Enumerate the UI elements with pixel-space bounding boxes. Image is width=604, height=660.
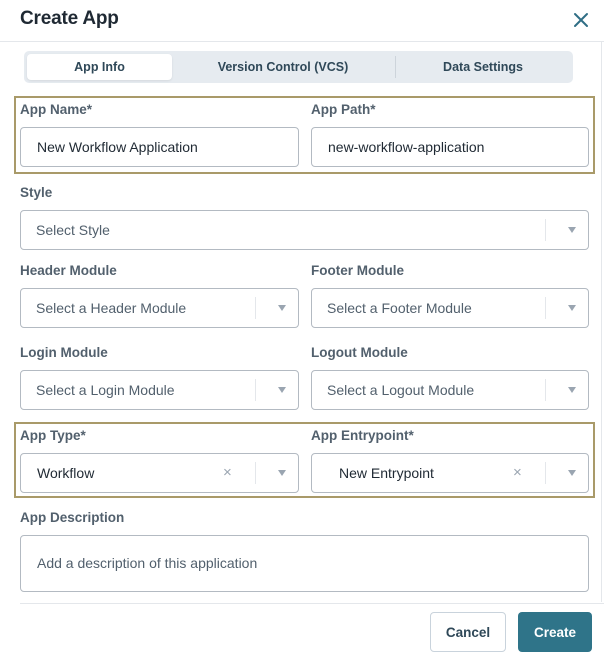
dialog-header: Create App (0, 0, 604, 42)
footer-module-placeholder: Select a Footer Module (327, 300, 472, 316)
create-button[interactable]: Create (518, 612, 592, 652)
header-module-label: Header Module (20, 263, 117, 278)
app-path-value: new-workflow-application (328, 139, 485, 155)
logout-module-placeholder: Select a Logout Module (327, 382, 475, 398)
clear-icon[interactable]: × (223, 464, 232, 482)
select-separator (255, 379, 256, 401)
logout-module-label: Logout Module (311, 345, 408, 360)
close-icon (574, 13, 588, 27)
login-module-label: Login Module (20, 345, 108, 360)
app-type-value: Workflow (37, 465, 95, 481)
style-label: Style (20, 185, 53, 200)
tab-app-info[interactable]: App Info (27, 54, 172, 80)
select-separator (255, 462, 256, 484)
style-placeholder: Select Style (36, 222, 110, 238)
header-module-select[interactable]: Select a Header Module (20, 288, 299, 328)
chevron-down-icon[interactable] (278, 305, 286, 311)
header-module-placeholder: Select a Header Module (36, 300, 187, 316)
scrollbar-track[interactable] (601, 42, 602, 602)
tab-bar: App Info Version Control (VCS) Data Sett… (24, 51, 573, 83)
app-description-placeholder: Add a description of this application (37, 555, 258, 571)
select-separator (545, 297, 546, 319)
chevron-down-icon[interactable] (278, 470, 286, 476)
login-module-select[interactable]: Select a Login Module (20, 370, 299, 410)
app-description-textarea[interactable]: Add a description of this application (20, 535, 589, 592)
chevron-down-icon[interactable] (278, 387, 286, 393)
close-button[interactable] (570, 9, 592, 31)
app-type-label: App Type* (20, 428, 86, 443)
footer-module-label: Footer Module (311, 263, 404, 278)
select-separator (545, 379, 546, 401)
app-type-select[interactable]: Workflow × (20, 453, 299, 493)
chevron-down-icon[interactable] (568, 305, 576, 311)
footer-module-select[interactable]: Select a Footer Module (311, 288, 589, 328)
tab-version-control[interactable]: Version Control (VCS) (174, 54, 392, 80)
style-select[interactable]: Select Style (20, 210, 589, 250)
chevron-down-icon[interactable] (568, 470, 576, 476)
clear-icon[interactable]: × (513, 464, 522, 482)
app-entrypoint-value: New Entrypoint (339, 465, 434, 481)
app-path-input[interactable]: new-workflow-application (311, 127, 589, 167)
select-separator (545, 219, 546, 241)
cancel-button[interactable]: Cancel (430, 612, 506, 652)
app-name-label: App Name* (20, 102, 93, 117)
app-name-input[interactable]: New Workflow Application (20, 127, 299, 167)
app-entrypoint-label: App Entrypoint* (311, 428, 414, 443)
footer-divider (20, 603, 604, 604)
chevron-down-icon[interactable] (568, 227, 576, 233)
logout-module-select[interactable]: Select a Logout Module (311, 370, 589, 410)
app-path-label: App Path* (311, 102, 376, 117)
select-separator (255, 297, 256, 319)
app-description-label: App Description (20, 510, 125, 525)
login-module-placeholder: Select a Login Module (36, 382, 175, 398)
chevron-down-icon[interactable] (568, 387, 576, 393)
tab-data-settings[interactable]: Data Settings (396, 54, 570, 80)
app-name-value: New Workflow Application (37, 139, 198, 155)
select-separator (545, 462, 546, 484)
app-entrypoint-select[interactable]: New Entrypoint × (311, 453, 589, 493)
dialog-title: Create App (20, 8, 119, 29)
